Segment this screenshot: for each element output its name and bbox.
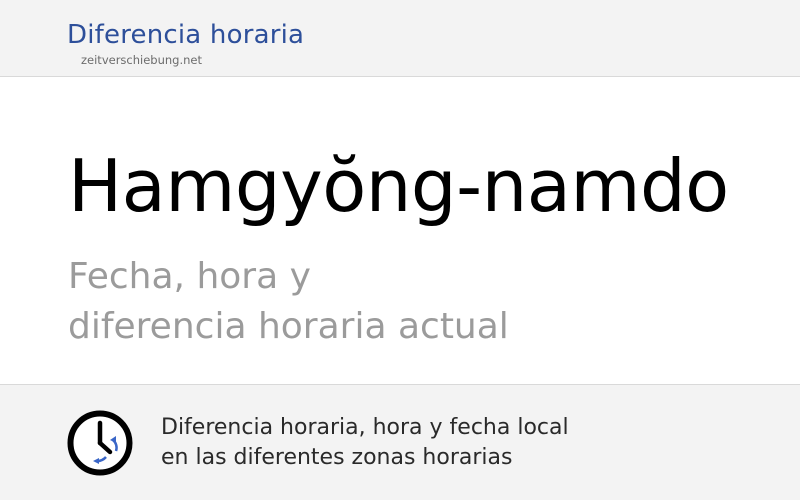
subtitle-line-1: Fecha, hora y [68, 256, 311, 297]
page-subtitle: Fecha, hora y diferencia horaria actual [68, 252, 509, 352]
subtitle-line-2: diferencia horaria actual [68, 306, 509, 347]
footer-line-1: Diferencia horaria, hora y fecha local [161, 415, 569, 440]
hero-section: Hamgyŏng-namdo Fecha, hora y diferencia … [0, 77, 800, 384]
footer-band: Diferencia horaria, hora y fecha local e… [0, 384, 800, 500]
page-title: Hamgyŏng-namdo [68, 144, 729, 228]
footer-description: Diferencia horaria, hora y fecha local e… [161, 413, 569, 473]
site-domain: zeitverschiebung.net [81, 53, 203, 67]
site-header: Diferencia horaria zeitverschiebung.net [0, 0, 800, 77]
clock-icon [67, 410, 133, 476]
footer-line-2: en las diferentes zonas horarias [161, 445, 513, 470]
site-logo-title[interactable]: Diferencia horaria [67, 20, 304, 50]
